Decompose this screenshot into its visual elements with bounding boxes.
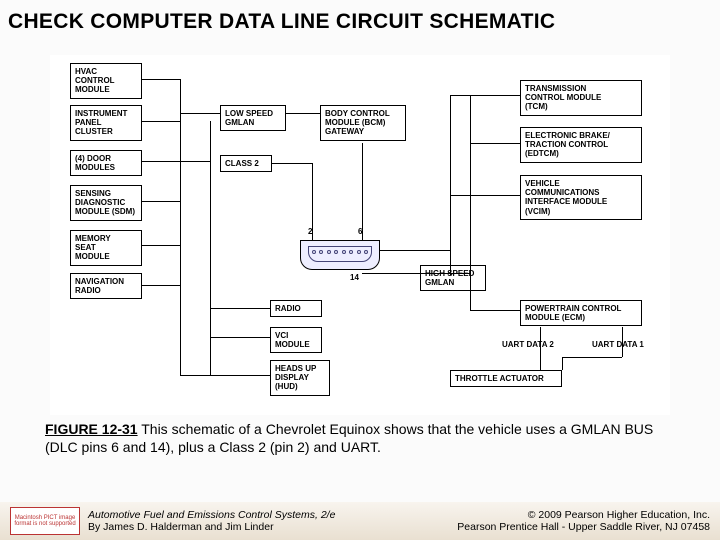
label-uart2: UART DATA 2 [500,340,556,349]
node-nav: NAVIGATIONRADIO [70,273,142,299]
node-door: (4) DOORMODULES [70,150,142,176]
node-throttle: THROTTLE ACTUATOR [450,370,562,387]
node-sdm: SENSINGDIAGNOSTICMODULE (SDM) [70,185,142,221]
schematic-diagram: HVACCONTROLMODULE INSTRUMENTPANELCLUSTER… [50,55,670,415]
node-vci: VCIMODULE [270,327,322,353]
copyright: © 2009 Pearson Higher Education, Inc. [457,509,710,521]
pin-14: 14 [350,273,359,282]
label-class2: CLASS 2 [220,155,272,172]
node-tcm: TRANSMISSIONCONTROL MODULE(TCM) [520,80,642,116]
node-vcim: VEHICLECOMMUNICATIONSINTERFACE MODULE(VC… [520,175,642,220]
thumbnail-placeholder: Macintosh PICT image format is not suppo… [10,507,80,535]
figure-caption: FIGURE 12-31 This schematic of a Chevrol… [45,420,665,456]
node-hvac: HVACCONTROLMODULE [70,63,142,99]
label-low-gmlan: LOW SPEEDGMLAN [220,105,286,131]
node-hud: HEADS UPDISPLAY(HUD) [270,360,330,396]
node-edtcm: ELECTRONIC BRAKE/TRACTION CONTROL(EDTCM) [520,127,642,163]
label-uart1: UART DATA 1 [590,340,646,349]
page-title: CHECK COMPUTER DATA LINE CIRCUIT SCHEMAT… [0,0,720,38]
label-high-gmlan: HIGH SPEEDGMLAN [420,265,486,291]
footer: Macintosh PICT image format is not suppo… [0,502,720,540]
book-title: Automotive Fuel and Emissions Control Sy… [88,509,335,521]
publisher: Pearson Prentice Hall - Upper Saddle Riv… [457,521,710,533]
node-mem: MEMORYSEATMODULE [70,230,142,266]
node-radio: RADIO [270,300,322,317]
node-ecm: POWERTRAIN CONTROLMODULE (ECM) [520,300,642,326]
authors: By James D. Halderman and Jim Linder [88,521,335,533]
dlc-connector [300,240,380,270]
figure-number: FIGURE 12-31 [45,421,138,437]
node-ipc: INSTRUMENTPANELCLUSTER [70,105,142,141]
node-bcm: BODY CONTROLMODULE (BCM)GATEWAY [320,105,406,141]
